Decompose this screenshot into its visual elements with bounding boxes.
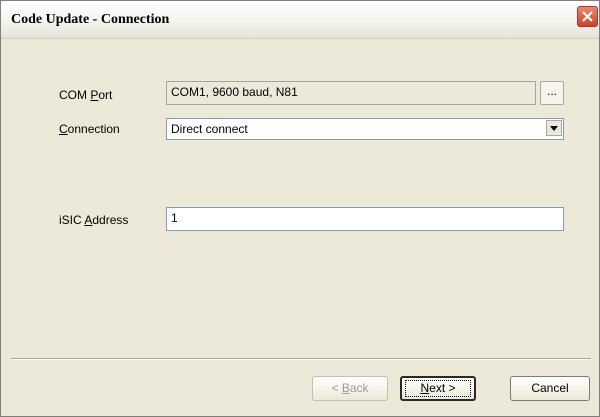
connection-select[interactable]: Direct connect: [166, 118, 564, 140]
com-port-browse-button[interactable]: ...: [540, 81, 564, 105]
com-port-label: COM Port: [59, 88, 113, 102]
dialog-window: Code Update - Connection COM Port COM1, …: [0, 0, 600, 417]
connection-value: Direct connect: [171, 122, 248, 136]
window-title: Code Update - Connection: [11, 12, 170, 27]
separator: [11, 358, 591, 360]
focus-rect: [405, 380, 471, 397]
close-icon: [582, 11, 593, 22]
connection-label: Connection: [59, 122, 120, 136]
cancel-button[interactable]: Cancel: [510, 376, 590, 401]
isic-address-input[interactable]: 1: [166, 207, 564, 231]
back-button[interactable]: < Back: [312, 376, 388, 401]
close-button[interactable]: [577, 6, 598, 27]
title-bar[interactable]: Code Update - Connection: [1, 1, 599, 39]
connection-dropdown-button[interactable]: [546, 120, 562, 136]
next-button[interactable]: Next >: [400, 376, 476, 401]
com-port-field: COM1, 9600 baud, N81: [166, 81, 536, 105]
chevron-down-icon: [550, 126, 558, 131]
isic-address-label: iSIC Address: [59, 213, 129, 227]
